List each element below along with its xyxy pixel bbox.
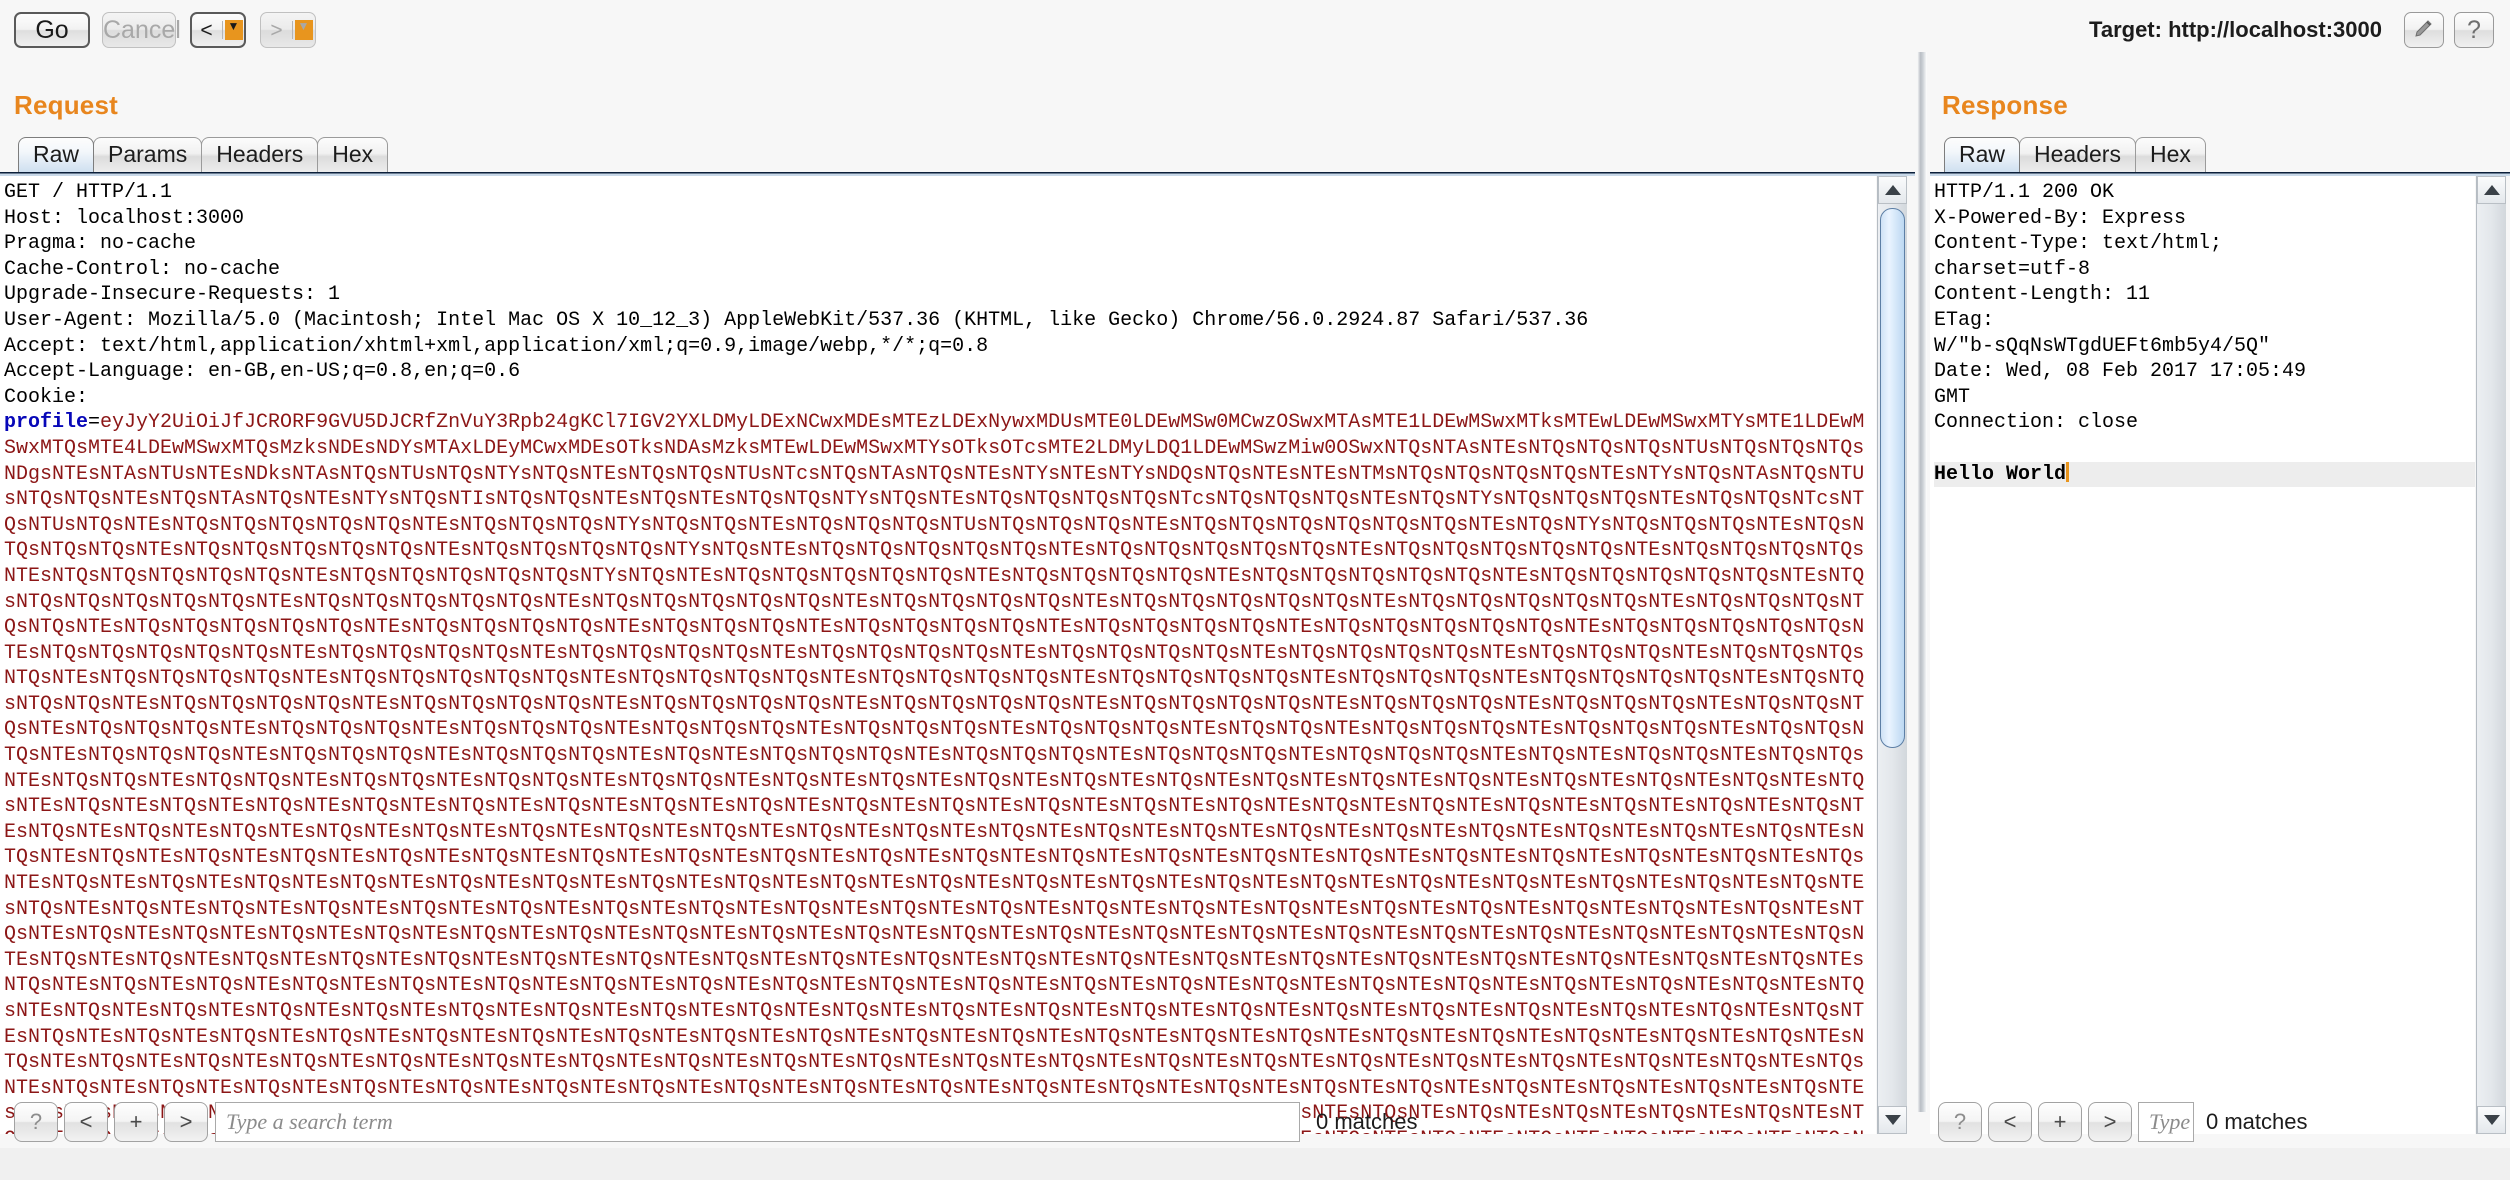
prev-match-button[interactable]: < xyxy=(1988,1102,2032,1142)
response-body-line: Hello World xyxy=(1934,461,2475,488)
scroll-up-arrow-icon[interactable] xyxy=(1878,176,1907,204)
response-headers-text: HTTP/1.1 200 OK X-Powered-By: Express Co… xyxy=(1934,181,2307,435)
request-editor[interactable]: GET / HTTP/1.1 Host: localhost:3000 Prag… xyxy=(0,176,1876,1134)
help-button[interactable]: ? xyxy=(2454,12,2494,48)
target-label: Target: http://localhost:3000 xyxy=(2089,17,2382,42)
next-match-button[interactable]: > xyxy=(2088,1102,2132,1142)
tab-headers[interactable]: Headers xyxy=(201,137,319,172)
request-vertical-scrollbar[interactable] xyxy=(1877,176,1907,1134)
chevron-down-icon[interactable]: ▼ xyxy=(224,20,243,40)
chevron-down-icon[interactable]: ▼ xyxy=(294,20,313,40)
next-match-button[interactable]: > xyxy=(164,1102,208,1142)
request-search-bar: ? < + > Type a search term 0 matches xyxy=(8,1102,1908,1148)
panel-divider[interactable] xyxy=(1917,52,1927,1112)
go-button[interactable]: Go xyxy=(14,12,90,48)
cancel-button: Cancel xyxy=(102,12,181,48)
response-search-bar: ? < + > Type 0 matches xyxy=(1938,1102,2504,1148)
tab-headers[interactable]: Headers xyxy=(2019,137,2136,172)
forward-button: > ▼ xyxy=(260,12,316,48)
forward-arrow-icon: > xyxy=(270,18,283,42)
question-icon: ? xyxy=(2467,16,2481,44)
back-button[interactable]: < ▼ xyxy=(190,12,246,48)
search-help-button[interactable]: ? xyxy=(14,1102,58,1142)
search-input[interactable]: Type a search term xyxy=(215,1102,1300,1142)
response-tabbar: Raw Headers Hex xyxy=(1944,137,2206,173)
response-title: Response xyxy=(1942,90,2068,120)
request-headers-text: GET / HTTP/1.1 Host: localhost:3000 Prag… xyxy=(4,181,1589,409)
tab-params[interactable]: Params xyxy=(93,137,203,172)
response-raw-text: HTTP/1.1 200 OK X-Powered-By: Express Co… xyxy=(1934,180,2475,1134)
tab-raw[interactable]: Raw xyxy=(18,137,95,172)
request-title: Request xyxy=(14,90,118,120)
cookie-value: eyJyY2UiOiJfJCRORF9GVU5DJCRfZnVuY3Rpb24g… xyxy=(4,411,1865,1134)
cookie-key: profile xyxy=(4,411,89,435)
search-help-button[interactable]: ? xyxy=(1938,1102,1982,1142)
match-count-label: 0 matches xyxy=(1316,1109,1418,1134)
scroll-up-arrow-icon[interactable] xyxy=(2477,176,2506,204)
pencil-icon xyxy=(2415,20,2432,37)
pencil-icon[interactable] xyxy=(2404,12,2444,48)
text-caret xyxy=(2066,461,2070,482)
toolbar: Go Cancel < ▼ > ▼ Target: http://localho… xyxy=(0,0,2510,90)
tab-hex[interactable]: Hex xyxy=(317,137,389,172)
response-body-text: Hello World xyxy=(1934,462,2067,486)
add-search-button[interactable]: + xyxy=(2038,1102,2082,1142)
request-tabbar: Raw Params Headers Hex xyxy=(18,137,389,173)
tab-raw[interactable]: Raw xyxy=(1944,137,2021,172)
divider xyxy=(291,21,293,39)
tab-hex[interactable]: Hex xyxy=(2134,137,2206,172)
response-vertical-scrollbar[interactable] xyxy=(2476,176,2506,1134)
match-count-label: 0 matches xyxy=(2206,1109,2308,1134)
back-arrow-icon: < xyxy=(200,18,213,42)
response-editor[interactable]: HTTP/1.1 200 OK X-Powered-By: Express Co… xyxy=(1930,176,2475,1134)
burp-repeater-window: Go Cancel < ▼ > ▼ Target: http://localho… xyxy=(0,0,2510,1180)
cookie-equals: = xyxy=(88,411,101,435)
request-raw-text: GET / HTTP/1.1 Host: localhost:3000 Prag… xyxy=(4,180,1876,1134)
prev-match-button[interactable]: < xyxy=(64,1102,108,1142)
divider xyxy=(221,21,223,39)
scrollbar-thumb[interactable] xyxy=(1880,208,1905,748)
window-footer xyxy=(0,1148,2510,1180)
add-search-button[interactable]: + xyxy=(114,1102,158,1142)
search-input[interactable]: Type xyxy=(2138,1102,2194,1142)
